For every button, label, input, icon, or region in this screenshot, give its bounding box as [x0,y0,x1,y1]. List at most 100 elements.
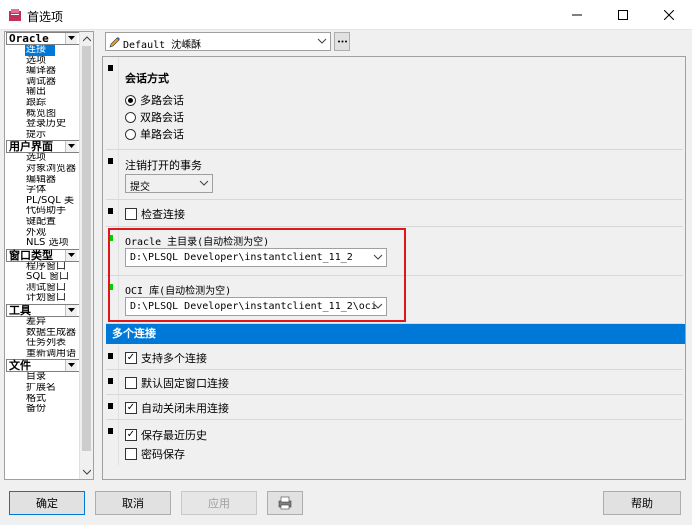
history-section: ✓ 保存最近历史 密码保存 [106,420,683,465]
minimize-icon [572,14,582,16]
maximize-button[interactable] [600,0,646,30]
nav-item[interactable]: 字体 [5,185,81,196]
nav-item[interactable]: 格式 [5,394,81,405]
multi-support-checkbox[interactable]: ✓ 支持多个连接 [125,351,207,365]
radio-circle [125,111,136,123]
save-password-checkbox[interactable]: 密码保存 [125,447,185,461]
highlight-box [108,228,406,322]
nav-category[interactable]: 工具 [6,304,80,318]
default-fixed-checkbox[interactable]: 默认固定窗口连接 [125,376,229,390]
minimize-button[interactable] [554,0,600,30]
nav-item[interactable]: 外观 [5,228,81,239]
nav-item[interactable]: 任务列表 [5,338,81,349]
section-divider [118,395,119,419]
nav-item[interactable]: 代码助手 [5,206,81,217]
radio-multi-session[interactable]: 多路会话 [125,93,184,107]
section-divider [118,57,119,149]
nav-item[interactable]: 调试器 [5,77,81,88]
dropdown-arrow-icon[interactable] [65,33,77,44]
checkbox-label: 支持多个连接 [141,352,207,365]
ellipsis-icon [337,40,347,43]
dropdown-arrow-icon[interactable] [65,249,77,261]
checkbox-box [125,448,137,460]
window-title: 首选项 [27,10,64,24]
radio-circle [125,94,136,106]
scroll-down-button[interactable] [80,465,93,479]
section-divider [118,200,119,226]
logout-label: 注销打开的事务 [125,159,202,172]
nav-item[interactable]: 跟踪 [5,98,81,109]
nav-item[interactable]: 数据生成器 [5,328,81,339]
auto-close-checkbox[interactable]: ✓ 自动关闭未用连接 [125,401,229,415]
section-divider [118,150,119,199]
profile-select[interactable]: Default 沈嵊酥 [105,32,331,51]
checkbox-label: 默认固定窗口连接 [141,377,229,390]
nav-item[interactable]: 概览图 [5,109,81,120]
nav-item[interactable]: 连接 [25,45,55,56]
nav-item[interactable]: 扩展名 [5,383,81,394]
nav-item[interactable]: 提示 [5,130,81,141]
checkbox-box [125,208,137,220]
nav-item[interactable]: 选项 [5,56,81,67]
nav-category-label: 文件 [9,359,31,373]
nav-category-label: 窗口类型 [9,248,53,262]
logout-section: 注销打开的事务 提交 [106,150,683,200]
nav-item[interactable]: 测试窗口 [5,283,81,294]
dropdown-arrow-icon[interactable] [65,305,77,317]
nav-category[interactable]: 用户界面 [6,140,80,154]
checkbox-box: ✓ [125,429,137,441]
nav-category[interactable]: Oracle [6,32,80,45]
nav-item[interactable]: 选项 [5,153,81,164]
nav-category-label: 用户界面 [9,140,53,154]
check-connection-checkbox[interactable]: 检查连接 [125,207,185,221]
dropdown-arrow-icon[interactable] [65,360,77,372]
nav-item[interactable]: 目录 [5,372,81,383]
category-nav[interactable]: Oracle 连接 选项 编译器 调试器 输出 跟踪 概览图 登录历史 提示 用户界面 选项 对象浏览器… [4,31,94,480]
radio-dual-session[interactable]: 双路会话 [125,110,184,124]
scroll-up-button[interactable] [80,32,93,46]
nav-item[interactable]: 备份 [5,404,81,415]
nav-item[interactable]: PL/SQL 美 [5,196,81,207]
save-history-checkbox[interactable]: ✓ 保存最近历史 [125,428,207,442]
nav-item[interactable]: 程序窗口 [5,262,81,273]
nav-item[interactable]: NLS 选项 [5,238,81,249]
profile-more-button[interactable] [334,32,350,51]
radio-single-session[interactable]: 单路会话 [125,127,184,141]
nav-item[interactable]: 编译器 [5,66,81,77]
radio-label: 多路会话 [140,94,184,107]
section-marker [108,208,113,214]
apply-button[interactable]: 应用 [181,491,257,515]
cancel-button[interactable]: 取消 [95,491,171,515]
category-list: Oracle 连接 选项 编译器 调试器 输出 跟踪 概览图 登录历史 提示 用户界面 选项 对象浏览器… [5,32,81,415]
nav-item[interactable]: 计划窗口 [5,293,81,304]
ok-button[interactable]: 确定 [9,491,85,515]
print-button[interactable] [267,491,303,515]
radio-label: 单路会话 [140,128,184,141]
radio-label: 双路会话 [140,111,184,124]
close-button[interactable] [646,0,692,30]
section-divider [118,420,119,465]
checkbox-label: 保存最近历史 [141,429,207,442]
nav-item[interactable]: 输出 [5,87,81,98]
printer-icon [278,496,292,510]
profile-value: Default 沈嵊酥 [123,40,202,51]
nav-category-label: 工具 [9,304,31,318]
help-button[interactable]: 帮助 [603,491,681,515]
scroll-thumb[interactable] [82,46,91,451]
nav-scrollbar[interactable] [79,32,93,479]
section-marker [108,158,113,164]
nav-item[interactable]: 编辑器 [5,175,81,186]
nav-item[interactable]: SQL 窗口 [5,272,81,283]
nav-item[interactable]: 重新调用语 [5,349,81,360]
logout-select[interactable]: 提交 [125,174,213,193]
session-section: 会话方式 多路会话 双路会话 单路会话 [106,57,683,150]
dropdown-arrow-icon[interactable] [65,141,77,153]
nav-item[interactable]: 键配置 [5,217,81,228]
nav-category[interactable]: 文件 [6,359,80,373]
section-marker [108,403,113,409]
nav-category[interactable]: 窗口类型 [6,248,80,262]
nav-item[interactable]: 对象浏览器 [5,164,81,175]
checkbox-label: 检查连接 [141,208,185,221]
nav-item[interactable]: 差异 [5,317,81,328]
nav-item[interactable]: 登录历史 [5,119,81,130]
